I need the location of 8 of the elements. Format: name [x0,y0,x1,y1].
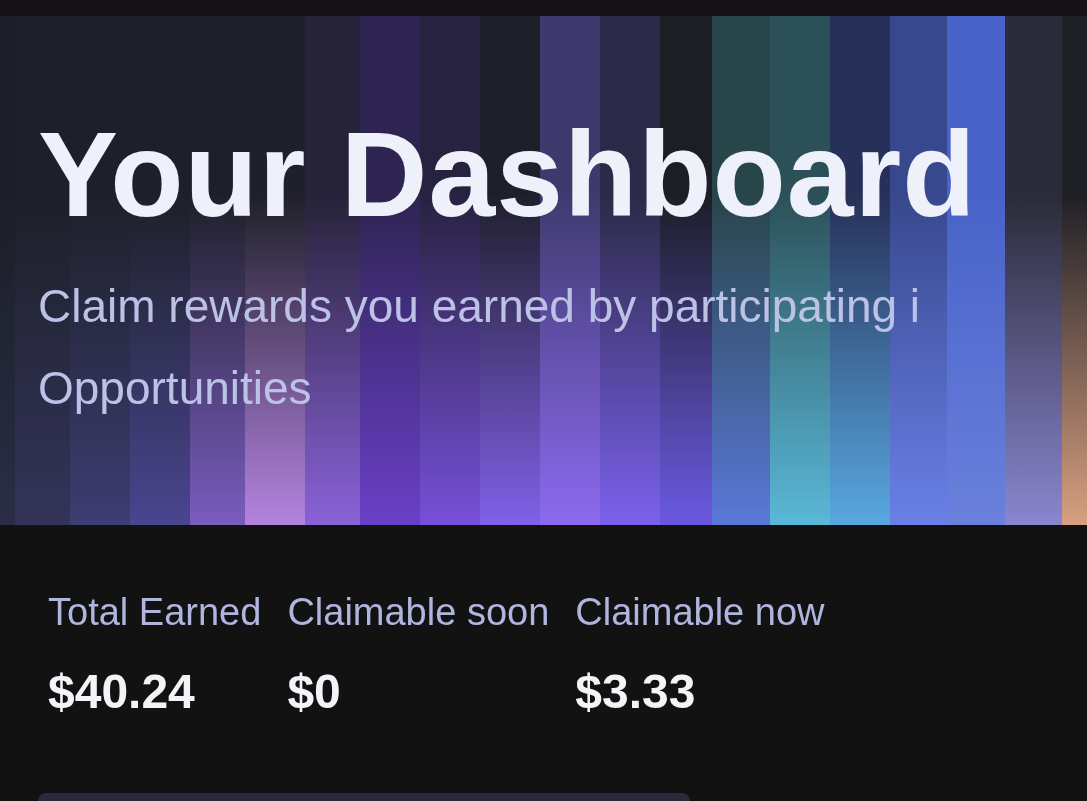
subtitle-text: Opportunities [38,361,312,416]
stat-value: $0 [287,664,342,720]
stat-label: Total Earned [48,590,262,634]
stat-label: Claimable soon [287,590,550,634]
stat-value: $40.24 [48,664,196,720]
stat-value: $3.33 [575,664,697,720]
stat-label: Claimable now [575,590,825,634]
subtitle-text: Claim rewards you earned by participating i [38,279,921,334]
